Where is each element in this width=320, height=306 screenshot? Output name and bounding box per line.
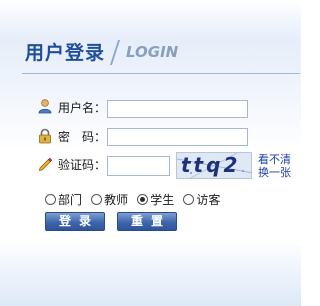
refresh-captcha-link[interactable]: 看不清换一张	[258, 153, 298, 179]
captcha-label: 验证码：	[58, 158, 107, 172]
header-divider	[22, 73, 300, 74]
role-option-teacher[interactable]: 教师	[91, 191, 128, 208]
captcha-image[interactable]: ttq2	[176, 152, 252, 179]
role-option-student[interactable]: 学生	[137, 191, 174, 208]
role-option-visitor[interactable]: 访客	[183, 191, 220, 208]
username-label: 用户名：	[58, 101, 107, 115]
reset-button[interactable]: 重置	[117, 212, 177, 231]
role-label-department: 部门	[58, 193, 83, 207]
password-label: 密 码：	[58, 130, 107, 144]
login-button[interactable]: 登录	[45, 212, 105, 231]
page-title: 用户登录	[25, 42, 106, 64]
lock-icon	[39, 128, 51, 144]
captcha-text: ttq2	[181, 153, 241, 177]
radio-teacher[interactable]	[91, 194, 103, 205]
captcha-input[interactable]	[107, 156, 170, 176]
radio-department[interactable]	[45, 194, 56, 205]
role-label-teacher: 教师	[104, 193, 129, 207]
password-input[interactable]	[107, 128, 248, 146]
title-divider	[109, 40, 121, 65]
role-label-visitor: 访客	[196, 193, 221, 207]
page-title-en: LOGIN	[126, 43, 179, 61]
login-panel: 用户登录 LOGIN 用户名： 密 码： 验证码： ttq2 看不清换一张 部门…	[0, 0, 301, 306]
role-option-department[interactable]: 部门	[45, 191, 82, 208]
user-icon	[38, 99, 52, 114]
username-input[interactable]	[107, 100, 248, 118]
pencil-icon	[38, 157, 53, 171]
radio-visitor[interactable]	[183, 194, 195, 205]
role-selector: 部门 教师 学生 访客	[45, 189, 224, 207]
radio-student[interactable]	[137, 194, 149, 205]
role-label-student: 学生	[150, 193, 175, 207]
